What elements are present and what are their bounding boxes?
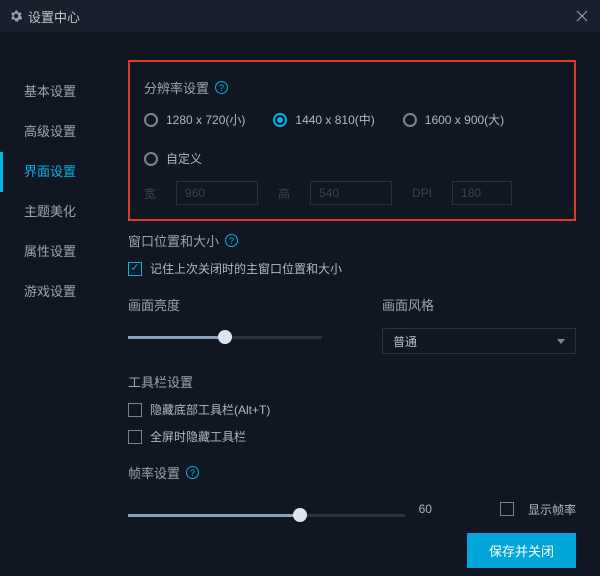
- style-title: 画面风格: [382, 295, 434, 314]
- remember-pos-checkbox[interactable]: ✓: [128, 262, 142, 276]
- close-button[interactable]: [574, 8, 590, 24]
- dpi-label: DPI: [412, 186, 432, 200]
- fps-value: 60: [419, 502, 432, 516]
- sidebar-item-label: 高级设置: [24, 124, 76, 139]
- window-title: 设置中心: [28, 7, 80, 26]
- sidebar-item-label: 属性设置: [24, 244, 76, 259]
- width-label: 宽: [144, 185, 156, 202]
- fps-slider[interactable]: [128, 506, 405, 524]
- sidebar: 基本设置 高级设置 界面设置 主题美化 属性设置 游戏设置: [0, 32, 100, 524]
- settings-window: 设置中心 基本设置 高级设置 界面设置 主题美化 属性设置 游戏设置 分辨率设置…: [0, 0, 600, 576]
- remember-pos-label: 记住上次关闭时的主窗口位置和大小: [150, 260, 342, 277]
- brightness-slider[interactable]: [128, 328, 322, 348]
- sidebar-item-label: 游戏设置: [24, 284, 76, 299]
- sidebar-item-label: 主题美化: [24, 204, 76, 219]
- radio-label: 1280 x 720(小): [166, 111, 245, 128]
- radio-1440[interactable]: 1440 x 810(中): [273, 111, 374, 128]
- chevron-down-icon: [557, 339, 565, 344]
- hide-bottom-toolbar-checkbox[interactable]: ✓: [128, 403, 142, 417]
- hide-fullscreen-toolbar-checkbox[interactable]: ✓: [128, 430, 142, 444]
- show-fps-checkbox[interactable]: ✓: [500, 502, 514, 516]
- sidebar-item-property[interactable]: 属性设置: [0, 232, 100, 272]
- sidebar-item-interface[interactable]: 界面设置: [0, 152, 100, 192]
- help-icon[interactable]: ?: [215, 81, 228, 94]
- hide-bottom-toolbar-label: 隐藏底部工具栏(Alt+T): [150, 401, 270, 418]
- titlebar: 设置中心: [0, 0, 600, 32]
- style-select[interactable]: 普通: [382, 328, 576, 354]
- resolution-title: 分辨率设置: [144, 78, 209, 97]
- sidebar-item-game[interactable]: 游戏设置: [0, 272, 100, 312]
- fps-title: 帧率设置: [128, 463, 180, 482]
- sidebar-item-label: 界面设置: [24, 164, 76, 179]
- radio-1600[interactable]: 1600 x 900(大): [403, 111, 504, 128]
- radio-label: 1600 x 900(大): [425, 111, 504, 128]
- winpos-title: 窗口位置和大小: [128, 231, 219, 250]
- resolution-section-highlight: 分辨率设置? 1280 x 720(小) 1440 x 810(中) 1600 …: [128, 60, 576, 221]
- footer: 保存并关闭: [0, 524, 600, 576]
- content-panel: 分辨率设置? 1280 x 720(小) 1440 x 810(中) 1600 …: [100, 32, 600, 524]
- radio-custom[interactable]: 自定义: [144, 150, 202, 167]
- toolbar-title: 工具栏设置: [128, 372, 193, 391]
- style-selected: 普通: [393, 333, 417, 350]
- dpi-input[interactable]: [452, 181, 512, 205]
- gear-icon: [10, 10, 22, 22]
- radio-label: 自定义: [166, 150, 202, 167]
- save-close-button[interactable]: 保存并关闭: [467, 533, 576, 568]
- close-icon: [576, 10, 588, 22]
- height-label: 高: [278, 185, 290, 202]
- width-input[interactable]: [176, 181, 258, 205]
- radio-label: 1440 x 810(中): [295, 111, 374, 128]
- sidebar-item-theme[interactable]: 主题美化: [0, 192, 100, 232]
- sidebar-item-basic[interactable]: 基本设置: [0, 72, 100, 112]
- radio-1280[interactable]: 1280 x 720(小): [144, 111, 245, 128]
- sidebar-item-advanced[interactable]: 高级设置: [0, 112, 100, 152]
- help-icon[interactable]: ?: [186, 466, 199, 479]
- height-input[interactable]: [310, 181, 392, 205]
- hide-fullscreen-toolbar-label: 全屏时隐藏工具栏: [150, 428, 246, 445]
- help-icon[interactable]: ?: [225, 234, 238, 247]
- show-fps-label: 显示帧率: [528, 501, 576, 518]
- sidebar-item-label: 基本设置: [24, 84, 76, 99]
- brightness-title: 画面亮度: [128, 295, 180, 314]
